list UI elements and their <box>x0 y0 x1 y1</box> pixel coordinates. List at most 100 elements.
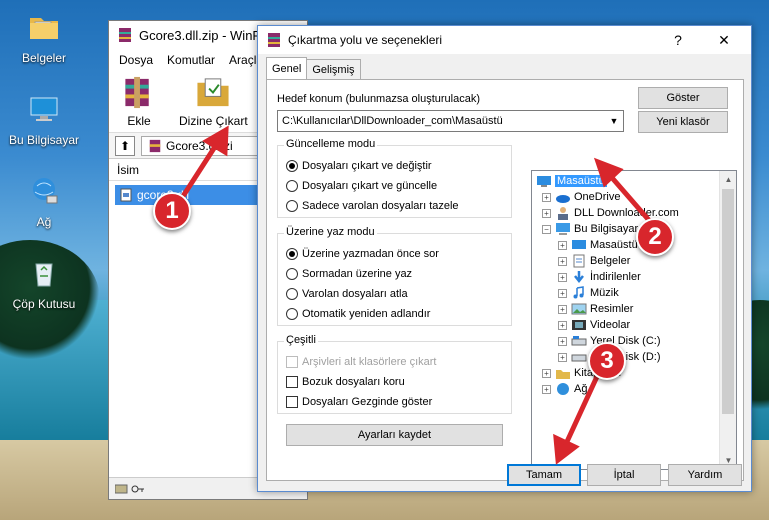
tree-item-label: Masaüstü <box>555 175 607 187</box>
update-mode-group: Güncelleme modu Dosyaları çıkart ve deği… <box>277 138 512 218</box>
desktop-icon-recycle-bin[interactable]: Çöp Kutusu <box>6 256 82 311</box>
radio-button[interactable] <box>286 160 298 172</box>
checkbox <box>286 356 298 368</box>
radio-button[interactable] <box>286 180 298 192</box>
help-button[interactable]: Yardım <box>668 464 742 486</box>
new-folder-button[interactable]: Yeni klasör <box>638 111 728 133</box>
menu-item-file[interactable]: Dosya <box>119 53 153 67</box>
radio-button[interactable] <box>286 248 298 260</box>
network-icon <box>33 178 58 204</box>
cancel-button[interactable]: İptal <box>587 464 661 486</box>
music-icon <box>573 286 584 299</box>
documents-icon <box>573 254 585 268</box>
tree-item-downloads[interactable]: + İndirilenler <box>558 269 641 285</box>
tab-general[interactable]: Genel <box>266 57 308 79</box>
radio-button[interactable] <box>286 200 298 212</box>
checkbox-keep-broken-files[interactable]: Bozuk dosyaları koru <box>286 376 405 388</box>
drive-icon <box>571 354 587 362</box>
tree-item-label: Resimler <box>590 303 634 315</box>
tree-item-music[interactable]: + Müzik <box>558 285 619 301</box>
tree-item-desktop[interactable]: Masaüstü <box>536 173 607 189</box>
user-icon <box>558 207 568 220</box>
radio-button[interactable] <box>286 288 298 300</box>
archive-add-icon <box>125 76 149 109</box>
tree-scrollbar[interactable]: ▲ ▼ <box>719 171 736 469</box>
expand-icon[interactable]: + <box>558 352 567 362</box>
expand-icon[interactable]: + <box>558 320 567 330</box>
expand-icon[interactable]: + <box>542 384 551 394</box>
expand-icon[interactable]: + <box>542 208 551 218</box>
chevron-down-icon[interactable]: ▼ <box>605 111 623 131</box>
libraries-icon <box>556 370 570 379</box>
expand-icon[interactable]: + <box>542 368 551 378</box>
expand-icon[interactable]: + <box>558 288 567 298</box>
radio-label: Dosyaları çıkart ve güncelle <box>302 180 438 192</box>
folder-tree[interactable]: Masaüstü + OneDrive + DLL Downloader.com… <box>531 170 737 470</box>
expand-icon[interactable]: + <box>558 272 567 282</box>
tree-item-videos[interactable]: + Videolar <box>558 317 630 333</box>
expand-icon[interactable]: + <box>558 256 567 266</box>
checkbox-label: Dosyaları Gezginde göster <box>302 396 433 408</box>
up-folder-button[interactable]: ⬆ <box>115 135 135 156</box>
folder-documents-icon <box>30 18 58 39</box>
collapse-icon[interactable]: − <box>542 224 551 234</box>
checkbox[interactable] <box>286 396 298 408</box>
scrollbar-thumb[interactable] <box>722 189 734 414</box>
desktop-icon-documents[interactable]: Belgeler <box>6 10 82 65</box>
expand-icon[interactable]: + <box>558 240 567 250</box>
save-settings-button[interactable]: Ayarları kaydet <box>286 424 503 446</box>
expand-icon[interactable]: + <box>558 304 567 314</box>
destination-path-value: C:\Kullanıcılar\DllDownloader_com\Masaüs… <box>282 115 503 127</box>
close-button[interactable]: ✕ <box>701 26 747 54</box>
radio-button[interactable] <box>286 308 298 320</box>
desktop-icon <box>572 240 586 249</box>
tab-advanced[interactable]: Gelişmiş <box>306 59 361 79</box>
checkbox-show-in-explorer[interactable]: Dosyaları Gezginde göster <box>286 396 432 408</box>
archive-path: Gcore3.dll.zi <box>166 138 233 153</box>
expand-icon[interactable]: + <box>558 336 567 346</box>
winrar-logo-icon <box>268 33 280 47</box>
dialog-tabs: Genel Gelişmiş <box>266 57 361 79</box>
winrar-logo-icon <box>119 28 131 42</box>
pictures-icon <box>571 303 587 315</box>
radio-button[interactable] <box>286 268 298 280</box>
radio-label: Varolan dosyaları atla <box>302 288 408 300</box>
tree-item-this-pc[interactable]: − Bu Bilgisayar <box>542 221 638 237</box>
radio-extract-replace[interactable]: Dosyaları çıkart ve değiştir <box>286 160 432 172</box>
extract-to-button[interactable]: Dizine Çıkart <box>179 75 248 128</box>
checkbox[interactable] <box>286 376 298 388</box>
tree-item-label: Belgeler <box>590 255 631 267</box>
tree-item-documents[interactable]: + Belgeler <box>558 253 630 269</box>
recycle-bin-icon <box>35 263 53 287</box>
misc-group: Çeşitli Arşivleri alt klasörlere çıkart … <box>277 334 512 414</box>
radio-ask-before-overwrite[interactable]: Üzerine yazmadan önce sor <box>286 248 439 260</box>
add-button[interactable]: Ekle <box>119 75 159 128</box>
help-title-button[interactable]: ? <box>655 26 701 54</box>
tree-item-onedrive[interactable]: + OneDrive <box>542 189 620 205</box>
radio-skip-existing[interactable]: Varolan dosyaları atla <box>286 288 408 300</box>
up-arrow-icon: ⬆ <box>119 138 131 153</box>
videos-icon <box>572 320 586 330</box>
destination-path-combo[interactable]: C:\Kullanıcılar\DllDownloader_com\Masaüs… <box>277 110 624 132</box>
desktop-icon-network[interactable]: Ağ <box>6 174 82 229</box>
scroll-up-icon[interactable]: ▲ <box>720 171 736 188</box>
radio-auto-rename[interactable]: Otomatik yeniden adlandır <box>286 308 430 320</box>
menu-item-commands[interactable]: Komutlar <box>167 53 215 67</box>
radio-freshen-existing[interactable]: Sadece varolan dosyaları tazele <box>286 200 459 212</box>
overwrite-mode-title: Üzerine yaz modu <box>284 226 377 238</box>
step-badge-2: 2 <box>636 218 674 256</box>
dialog-title-bar[interactable]: Çıkartma yolu ve seçenekleri ? ✕ <box>258 26 751 54</box>
tree-item-network[interactable]: + Ağ <box>542 381 587 397</box>
tree-item-label: Ağ <box>574 383 588 395</box>
archive-icon <box>149 139 161 152</box>
show-button[interactable]: Göster <box>638 87 728 109</box>
desktop-icon-this-pc[interactable]: Bu Bilgisayar <box>6 92 82 147</box>
expand-icon[interactable]: + <box>542 192 551 202</box>
overwrite-mode-group: Üzerine yaz modu Üzerine yazmadan önce s… <box>277 226 512 326</box>
radio-overwrite-without-prompt[interactable]: Sormadan üzerine yaz <box>286 268 412 280</box>
drive-key-icon <box>115 484 144 494</box>
ok-button[interactable]: Tamam <box>507 464 581 486</box>
tree-item-pc-desktop[interactable]: + Masaüstü <box>558 237 638 253</box>
tree-item-pictures[interactable]: + Resimler <box>558 301 633 317</box>
radio-extract-update[interactable]: Dosyaları çıkart ve güncelle <box>286 180 437 192</box>
